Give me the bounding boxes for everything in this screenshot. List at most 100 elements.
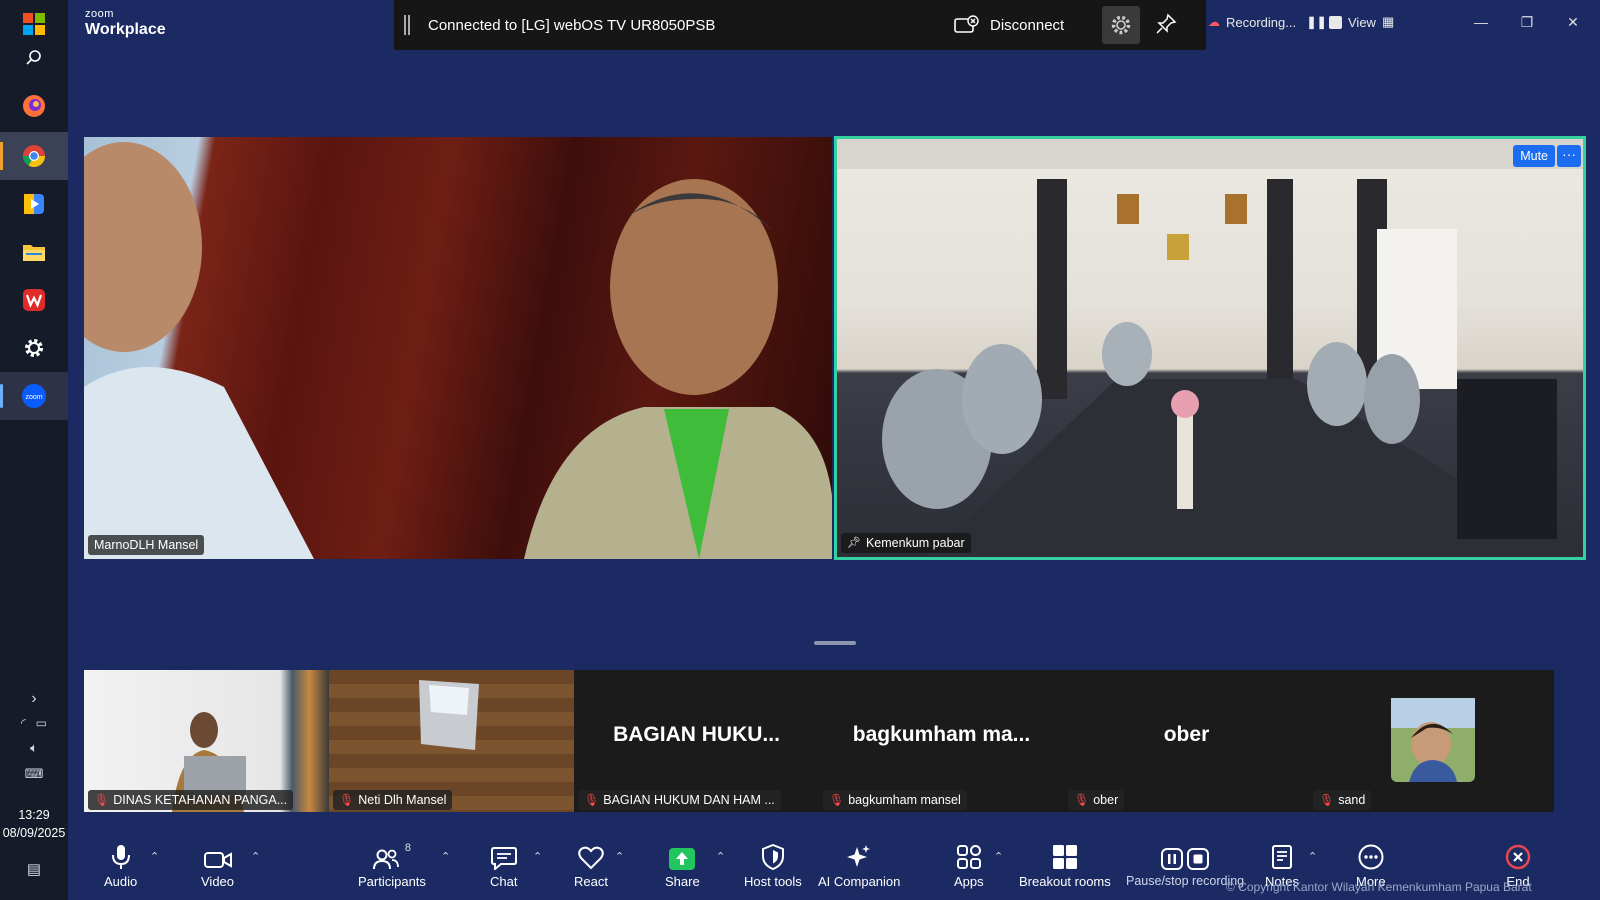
audio-label: Audio <box>104 874 138 889</box>
apps-options-caret[interactable]: ⌃ <box>994 850 1003 863</box>
sparkle-icon <box>847 845 871 867</box>
participant-name-chip: 🎙︎ Neti Dlh Mansel <box>333 790 453 810</box>
strip-tile[interactable]: bagkumham ma... 🎙︎ bagkumham mansel <box>819 670 1064 812</box>
view-button[interactable]: View ▦ <box>1348 0 1394 44</box>
mic-muted-icon: 🎙︎ <box>829 793 845 807</box>
strip-tile[interactable]: BAGIAN HUKU... 🎙︎ BAGIAN HUKUM DAN HAM .… <box>574 670 819 812</box>
zoom-taskbar-icon[interactable]: zoom <box>0 372 68 420</box>
taskbar-clock[interactable]: 13:29 08/09/2025 <box>0 806 68 842</box>
minimize-icon[interactable]: — <box>1458 14 1504 30</box>
strip-tile[interactable]: 🎙︎ sand <box>1309 670 1554 812</box>
firefox-icon[interactable] <box>0 82 68 130</box>
pause-recording-button[interactable]: ❚❚ <box>1307 15 1327 29</box>
video-options-caret[interactable]: ⌃ <box>251 850 260 863</box>
tile-more-options-button[interactable]: ··· <box>1557 145 1581 167</box>
wifi-icon: ◜ <box>21 716 26 730</box>
svg-text:zoom: zoom <box>25 394 42 401</box>
participant-name-chip: 🎙︎ sand <box>1313 790 1372 810</box>
disconnect-label: Disconnect <box>990 16 1065 34</box>
search-icon[interactable] <box>0 34 68 82</box>
cast-settings-button[interactable] <box>1102 6 1140 44</box>
strip-tile[interactable]: 🎙︎ Neti Dlh Mansel <box>329 670 574 812</box>
participant-name-chip: 🎙︎ DINAS KETAHANAN PANGA... <box>88 790 294 810</box>
mic-muted-icon: 🎙︎ <box>94 793 110 807</box>
chat-label: Chat <box>490 874 518 889</box>
participant-name: BAGIAN HUKUM DAN HAM ... <box>603 793 775 807</box>
participant-display-name: BAGIAN HUKU... <box>613 723 780 746</box>
chrome-icon[interactable] <box>0 132 68 180</box>
wps-office-icon[interactable] <box>0 276 68 324</box>
heart-icon <box>578 846 604 870</box>
chat-button[interactable]: Chat <box>490 842 517 889</box>
avatar <box>1391 698 1475 782</box>
pinned-icon: 📌︎ <box>847 537 861 549</box>
notification-icon[interactable]: ▤ <box>0 860 68 878</box>
participant-name-chip: 📌︎ Kemenkum pabar <box>841 533 971 553</box>
more-dots-icon <box>1358 844 1384 870</box>
audio-options-caret[interactable]: ⌃ <box>150 850 159 863</box>
host-tools-button[interactable]: Host tools <box>744 842 802 889</box>
stop-recording-button[interactable] <box>1329 15 1343 29</box>
notes-options-caret[interactable]: ⌃ <box>1308 850 1317 863</box>
file-explorer-icon[interactable] <box>0 228 68 276</box>
participant-name: ober <box>1093 793 1119 807</box>
video-camera-icon <box>203 852 232 868</box>
close-icon[interactable]: ✕ <box>1550 14 1596 31</box>
clock-time: 13:29 <box>18 808 50 822</box>
participant-strip: 🎙︎ DINAS KETAHANAN PANGA... 🎙︎ Neti Dlh … <box>84 670 1554 812</box>
participants-options-caret[interactable]: ⌃ <box>441 850 450 863</box>
video-tile-kemenkum-pabar[interactable]: Mute ··· 📌︎ Kemenkum pabar <box>834 136 1586 560</box>
system-tray[interactable]: ◜ ▭ <box>0 716 68 730</box>
breakout-rooms-button[interactable]: Breakout rooms <box>1019 842 1111 889</box>
participant-name: Kemenkum pabar <box>865 536 965 550</box>
chevron-right-icon[interactable]: › <box>0 690 68 708</box>
share-button[interactable]: Share <box>665 842 700 889</box>
disconnect-button[interactable]: Disconnect <box>954 0 1064 50</box>
share-screen-icon <box>669 848 696 870</box>
media-player-icon[interactable] <box>0 180 68 228</box>
react-label: React <box>574 874 608 889</box>
ai-companion-button[interactable]: AI Companion <box>818 842 900 889</box>
battery-icon: ▭ <box>35 716 47 730</box>
participant-name: MarnoDLH Mansel <box>94 538 199 552</box>
chat-options-caret[interactable]: ⌃ <box>533 850 542 863</box>
participants-button[interactable]: 8 Participants <box>358 842 426 889</box>
mic-muted-icon: 🎙︎ <box>1074 793 1090 807</box>
chat-icon <box>490 847 517 870</box>
breakout-rooms-icon <box>1052 845 1077 869</box>
end-call-icon <box>1505 844 1531 870</box>
mic-muted-icon: 🎙︎ <box>584 793 600 807</box>
share-options-caret[interactable]: ⌃ <box>716 850 725 863</box>
participant-name: sand <box>1338 793 1366 807</box>
strip-tile[interactable]: 🎙︎ DINAS KETAHANAN PANGA... <box>84 670 329 812</box>
participants-icon <box>372 849 399 870</box>
resize-handle[interactable] <box>814 641 856 645</box>
participant-display-name: bagkumham ma... <box>852 723 1031 746</box>
participant-name-chip: 🎙︎ BAGIAN HUKUM DAN HAM ... <box>578 790 781 810</box>
participant-name-chip: 🎙︎ bagkumham mansel <box>823 790 967 810</box>
microphone-icon <box>111 845 130 869</box>
brand-name: Workplace <box>85 21 166 38</box>
video-tile-marno[interactable]: MarnoDLH Mansel <box>84 137 832 559</box>
audio-button[interactable]: Audio <box>104 842 137 889</box>
pin-button[interactable] <box>1154 12 1178 41</box>
video-button[interactable]: Video <box>201 842 234 889</box>
apps-label: Apps <box>954 874 984 889</box>
settings-gear-icon[interactable] <box>0 324 68 372</box>
mute-participant-button[interactable]: Mute <box>1513 145 1555 167</box>
window-controls: — ❐ ✕ <box>1458 0 1596 44</box>
react-options-caret[interactable]: ⌃ <box>615 850 624 863</box>
participant-display-name: ober <box>1163 723 1210 746</box>
volume-icon[interactable]: 🔈︎ <box>0 740 68 756</box>
brand-small: zoom <box>85 8 114 20</box>
participant-name: DINAS KETAHANAN PANGA... <box>113 793 288 807</box>
strip-tile[interactable]: ober 🎙︎ ober <box>1064 670 1309 812</box>
zoom-meeting-window: zoom Workplace Connected to [LG] webOS T… <box>68 0 1600 900</box>
video-label: Video <box>201 874 235 889</box>
participants-label: Participants <box>358 874 426 889</box>
restore-icon[interactable]: ❐ <box>1504 14 1550 31</box>
react-button[interactable]: React <box>574 842 608 889</box>
keyboard-icon[interactable]: ⌨ <box>0 766 68 782</box>
drag-handle-icon[interactable] <box>404 15 410 35</box>
apps-button[interactable]: Apps <box>954 842 984 889</box>
